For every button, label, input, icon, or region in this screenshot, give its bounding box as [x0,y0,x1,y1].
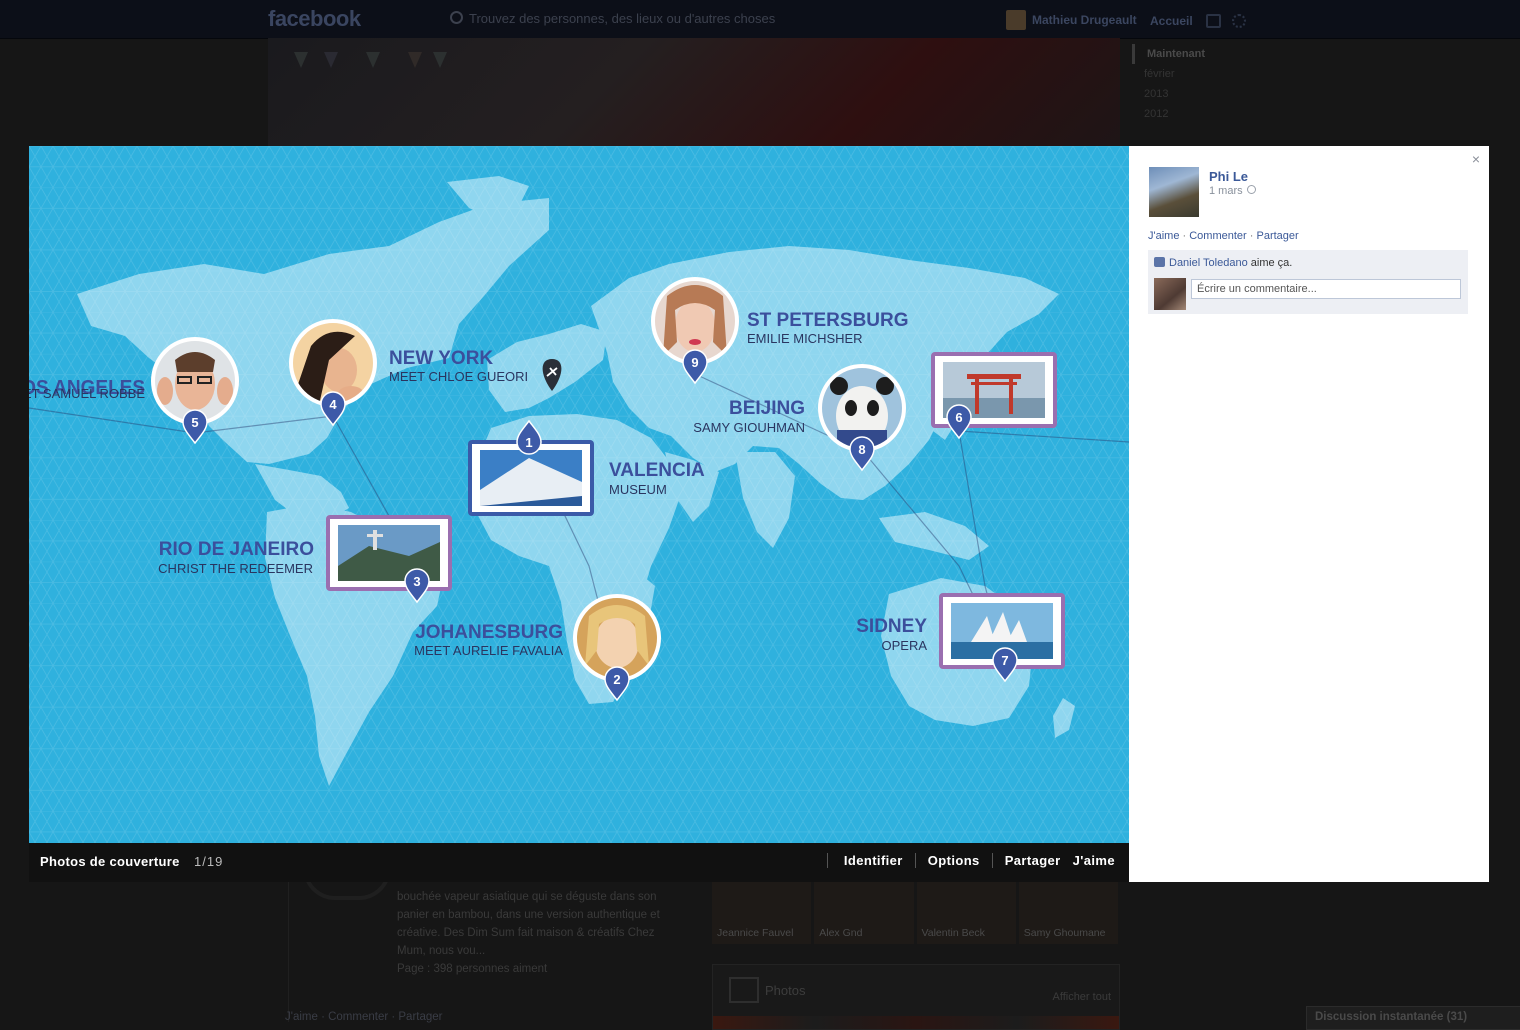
friend-name: Samy Ghoumane [1023,927,1106,939]
photos-icon [729,977,759,1003]
pin-number: 4 [329,397,337,412]
options-button[interactable]: Options [914,853,992,868]
friend-tile[interactable]: Samy Ghoumane [1018,882,1118,944]
pin-number: 1 [525,435,532,450]
pin-number: 8 [858,442,865,457]
facebook-top-bar: facebook Trouvez des personnes, des lieu… [0,0,1520,39]
friend-tile[interactable]: Alex Gnd [814,882,914,944]
likes-box: Daniel Toledano aime ça. Écrire un comme… [1148,250,1468,314]
photos-strip [713,1016,1119,1029]
photo-side-panel: × Phi Le 1 mars J'aime · Commenter · Par… [1129,146,1489,882]
pin-number: 5 [191,415,198,430]
photos-title[interactable]: Photos [765,983,805,998]
home-link[interactable]: Accueil [1150,14,1193,28]
search-bar[interactable]: Trouvez des personnes, des lieux ou d'au… [450,11,990,31]
post-date: 1 mars [1209,185,1256,197]
photo-stage[interactable]: 541329867 LOS ANGELES MEET SAMUEL ROBBÉ … [29,146,1129,843]
pin-number: 6 [955,410,962,425]
pin-number: 9 [691,355,698,370]
commenter-avatar [1154,278,1186,310]
panel-actions: J'aime · Commenter · Partager [1148,230,1299,242]
friend-tile[interactable]: Valentin Beck [916,882,1016,944]
timeline-nav: Maintenant février 2013 2012 [1132,44,1252,124]
settings-gear-icon[interactable] [1232,14,1246,28]
cover-photo-background [268,38,1120,146]
friend-name: Valentin Beck [921,927,985,939]
friend-name: Jeannice Fauvel [717,927,794,939]
avatar [1006,10,1026,30]
see-all-link[interactable]: Afficher tout [1053,991,1112,1003]
comment-input[interactable]: Écrire un commentaire... [1191,279,1461,299]
photos-box: Photos Afficher tout [712,964,1120,1030]
post-text: bouchée vapeur asiatique qui se déguste … [397,891,660,957]
tag-button[interactable]: Identifier [826,853,915,868]
sub-valencia: MUSEUM [609,482,667,497]
search-icon [450,11,463,24]
public-globe-icon [1246,185,1256,194]
search-placeholder: Trouvez des personnes, des lieux ou d'au… [469,11,776,26]
album-title[interactable]: Photos de couverture [40,854,180,869]
panel-share-link[interactable]: Partager [1256,230,1298,242]
sub-sidney: OPERA [881,638,927,653]
poster-name[interactable]: Phi Le [1209,169,1248,184]
timeline-item-2013[interactable]: 2013 [1132,84,1252,104]
post-date-text[interactable]: 1 mars [1209,185,1243,197]
sub-beijing: SAMY GIOUHMAN [693,420,805,435]
panel-comment-link[interactable]: Commenter [1189,230,1246,242]
friend-name: Alex Gnd [819,927,863,939]
poster-avatar[interactable] [1149,167,1199,217]
likes-suffix: aime ça. [1250,257,1293,269]
page-likes: Page : 398 personnes aiment [397,963,548,975]
friend-requests-icon[interactable] [1206,14,1221,28]
friends-grid: Jeannice Fauvel Alex Gnd Valentin Beck S… [712,882,1118,944]
sub-new-york: MEET CHLOE GUEORI [389,369,528,384]
label-st-petersburg: ST PETERSBURG [747,310,909,331]
background-post: bouchée vapeur asiatique qui se déguste … [288,868,691,1022]
photo-counter: 1/19 [194,854,224,869]
panel-like-link[interactable]: J'aime [1148,230,1179,242]
label-beijing: BEIJING [729,398,805,419]
like-thumb-icon [1154,257,1165,267]
label-new-york: NEW YORK [389,348,493,369]
stamp-rio [326,515,452,591]
label-sidney: SIDNEY [856,616,927,637]
label-johanesburg: JOHANESBURG [415,622,563,643]
timeline-item-february[interactable]: février [1132,64,1252,84]
timeline-item-2012[interactable]: 2012 [1132,104,1252,124]
friend-tile[interactable]: Jeannice Fauvel [712,882,812,944]
sub-rio: CHRIST THE REDEEMER [158,561,313,576]
post-actions[interactable]: J'aime · Commenter · Partager [285,1011,443,1023]
label-rio: RIO DE JANEIRO [159,539,314,560]
pin-number: 2 [613,672,620,687]
profile-link[interactable]: Mathieu Drugeault [1006,9,1137,31]
sub-johanesburg: MEET AURELIE FAVALIA [414,643,563,658]
pin-number: 7 [1001,653,1008,668]
facebook-logo[interactable]: facebook [268,6,361,32]
sub-los-angeles: MEET SAMUEL ROBBÉ [29,386,145,401]
sub-st-petersburg: EMILIE MICHSHER [747,331,863,346]
timeline-item-now[interactable]: Maintenant [1132,44,1252,64]
world-map-photo: 541329867 LOS ANGELES MEET SAMUEL ROBBÉ … [29,146,1129,843]
label-valencia: VALENCIA [609,460,705,481]
photo-viewer: 541329867 LOS ANGELES MEET SAMUEL ROBBÉ … [29,146,1129,882]
like-button[interactable]: J'aime [1073,853,1115,868]
pin-number: 3 [413,574,420,589]
liker-name[interactable]: Daniel Toledano [1169,257,1248,269]
chat-label: Discussion instantanée (31) [1315,1011,1468,1023]
chat-bar[interactable]: Discussion instantanée (31) [1306,1006,1520,1030]
user-name: Mathieu Drugeault [1032,13,1137,27]
close-icon[interactable]: × [1469,152,1483,166]
viewer-bottom-bar: Photos de couverture 1/19 Identifier Opt… [29,843,1129,882]
share-button[interactable]: Partager [991,853,1073,868]
